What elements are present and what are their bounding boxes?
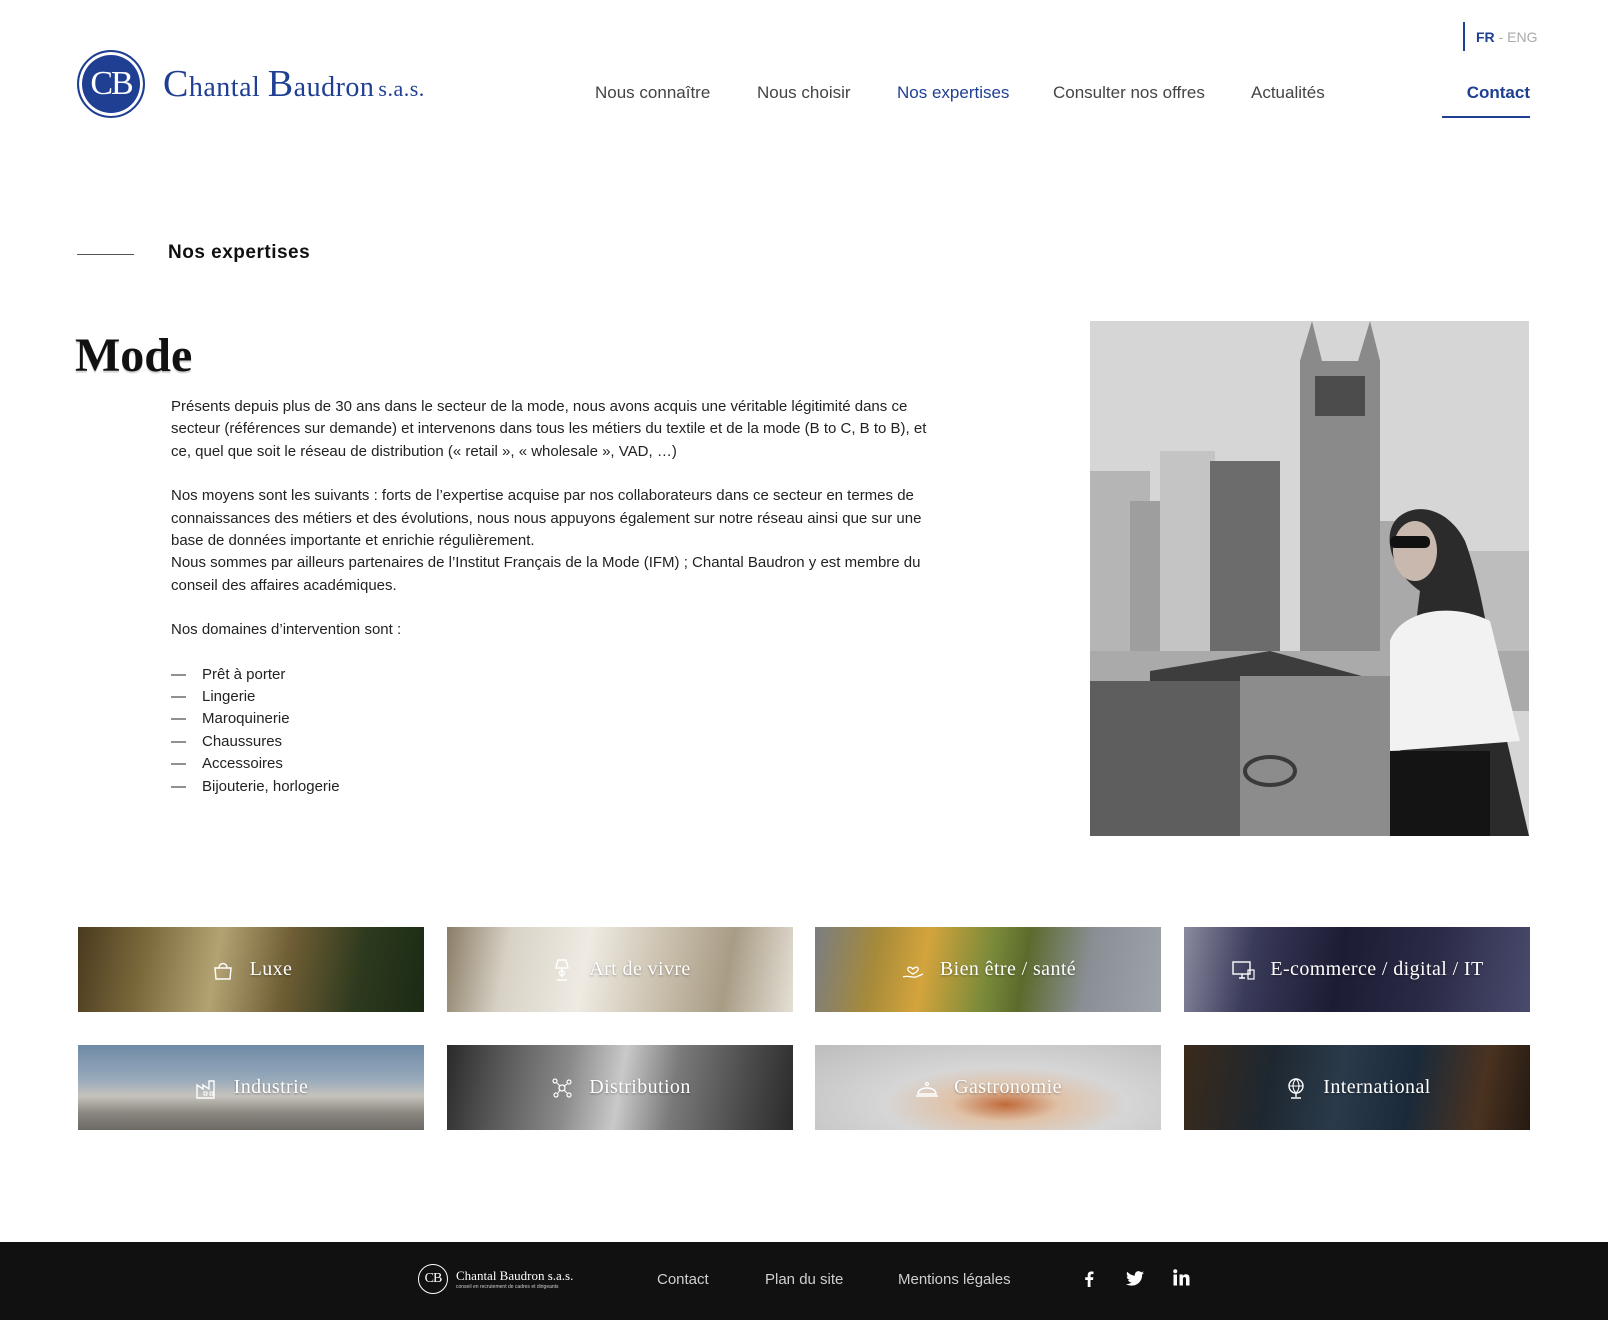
computer-icon <box>1230 957 1256 983</box>
language-switcher: FR - ENG <box>1463 22 1537 51</box>
handbag-icon <box>210 957 236 983</box>
hand-heart-icon <box>900 957 926 983</box>
nav-consulter-nos-offres[interactable]: Consulter nos offres <box>1053 83 1205 103</box>
tile-label: Gastronomie <box>954 1076 1062 1098</box>
domains-list: — Prêt à porter — Lingerie — Maroquinerie —… <box>171 664 941 798</box>
lang-fr[interactable]: FR <box>1476 29 1495 45</box>
footer-link-plan-du-site[interactable]: Plan du site <box>765 1271 843 1288</box>
lang-eng[interactable]: ENG <box>1507 29 1537 45</box>
list-item: — Bijouterie, horlogerie <box>171 777 340 795</box>
tile-industrie[interactable]: Industrie <box>78 1045 424 1130</box>
nav-nos-expertises[interactable]: Nos expertises <box>897 83 1009 103</box>
factory-icon <box>194 1075 220 1101</box>
facebook-icon[interactable] <box>1084 1271 1094 1292</box>
tile-art-de-vivre[interactable]: Art de vivre <box>447 927 793 1012</box>
twitter-icon[interactable] <box>1126 1271 1144 1291</box>
hero-image <box>1090 321 1529 836</box>
tile-e-commerce[interactable]: E-commerce / digital / IT <box>1184 927 1530 1012</box>
footer-link-mentions-legales[interactable]: Mentions légales <box>898 1271 1011 1288</box>
footer: CB Chantal Baudron s.a.s. conseil en rec… <box>0 1242 1608 1320</box>
footer-logo-name: Chantal Baudron s.a.s. <box>456 1268 574 1283</box>
list-item: — Accessoires <box>171 755 283 773</box>
list-item: — Chaussures <box>171 732 283 750</box>
section-title: Nos expertises <box>168 242 311 263</box>
tile-distribution[interactable]: Distribution <box>447 1045 793 1130</box>
page-title: Mode <box>75 329 193 382</box>
lang-separator: - <box>1494 28 1508 45</box>
tile-label: International <box>1323 1076 1431 1098</box>
main-text: Présents depuis plus de 30 ans dans le s… <box>171 396 941 798</box>
tile-label: Bien être / santé <box>939 958 1077 980</box>
paragraph-ifm: Nous sommes par ailleurs partenaires de … <box>171 554 921 594</box>
list-item: — Lingerie <box>171 688 256 706</box>
footer-logo-mark: CB <box>418 1264 448 1294</box>
tile-label: E-commerce / digital / IT <box>1270 958 1484 980</box>
section-divider <box>77 254 134 255</box>
paragraph-domains-intro: Nos domaines d’intervention sont : <box>171 621 402 639</box>
tile-label: Industrie <box>233 1076 309 1098</box>
logo-wordmark: Chantal Baudron s.a.s. <box>163 63 425 105</box>
tile-label: Distribution <box>589 1076 691 1098</box>
nav-nous-choisir[interactable]: Nous choisir <box>757 83 851 103</box>
tile-bien-etre-sante[interactable]: Bien être / santé <box>815 927 1161 1012</box>
linkedin-icon[interactable] <box>1173 1269 1190 1291</box>
globe-icon <box>1283 1075 1309 1101</box>
logo-mark: CB <box>77 50 145 118</box>
footer-logo-tagline: conseil en recrutement de cadres et diri… <box>456 1284 559 1290</box>
paragraph-intro: Présents depuis plus de 30 ans dans le s… <box>171 398 927 460</box>
footer-logo[interactable]: CB Chantal Baudron s.a.s. conseil en rec… <box>418 1264 573 1294</box>
tile-label: Luxe <box>249 958 293 980</box>
site-logo[interactable]: CB Chantal Baudron s.a.s. <box>77 50 425 118</box>
tile-gastronomie[interactable]: Gastronomie <box>815 1045 1161 1130</box>
paragraph-means: Nos moyens sont les suivants : forts de … <box>171 487 922 550</box>
nav-nous-connaitre[interactable]: Nous connaître <box>595 83 710 103</box>
nav-actualites[interactable]: Actualités <box>1251 83 1325 103</box>
tile-luxe[interactable]: Luxe <box>78 927 424 1012</box>
nav-contact-button[interactable]: Contact <box>1442 83 1530 118</box>
footer-link-contact[interactable]: Contact <box>657 1271 709 1288</box>
list-item: — Prêt à porter <box>171 665 286 683</box>
list-item: — Maroquinerie <box>171 710 290 728</box>
lamp-icon <box>549 957 575 983</box>
cloche-icon <box>914 1075 940 1101</box>
tile-label: Art de vivre <box>589 958 691 980</box>
network-icon <box>549 1075 575 1101</box>
tile-international[interactable]: International <box>1184 1045 1530 1130</box>
